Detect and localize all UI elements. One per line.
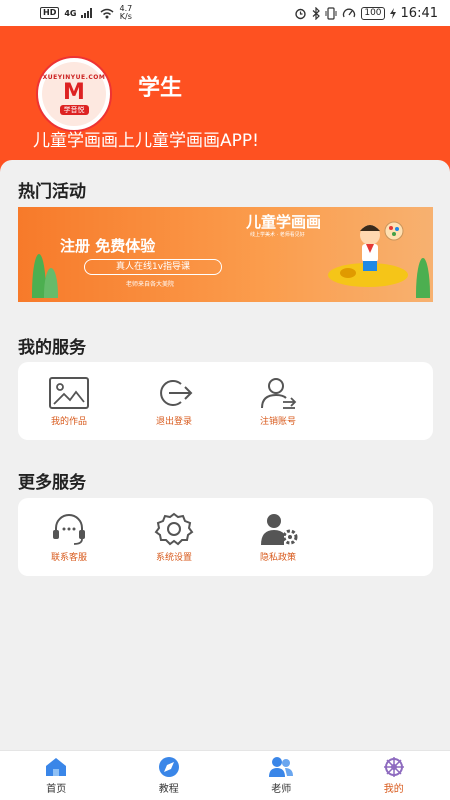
leaf-left-small-icon — [44, 268, 58, 298]
more-services-card: 联系客服 系统设置 隐私政策 — [18, 498, 433, 576]
banner-subtitle: 线上学美术 · 老师看见好 — [250, 232, 305, 238]
headset-icon — [53, 514, 85, 545]
my-services-title: 我的服务 — [18, 338, 86, 358]
app-logo: XUEYINYUE.COM M 学音悦 — [36, 56, 112, 132]
charging-icon — [389, 7, 396, 19]
speed-unit: K/s — [119, 12, 132, 21]
status-left: HD 4G 4.7 K/s — [40, 5, 132, 21]
alarm-icon — [295, 8, 307, 19]
tab-label: 首页 — [46, 784, 67, 795]
bottom-tab-bar: 首页 教程 老师 我的 — [0, 750, 450, 800]
tab-label: 老师 — [271, 784, 292, 795]
username: 学生 — [138, 76, 183, 101]
logout-icon — [160, 380, 193, 406]
vibrate-icon — [325, 6, 337, 20]
signal-bars-icon — [81, 8, 93, 18]
profile-wheel-icon — [383, 757, 404, 777]
banner-pill: 真人在线1v指导课 — [84, 259, 222, 275]
bluetooth-icon — [312, 6, 321, 20]
tab-home[interactable]: 首页 — [0, 751, 113, 800]
status-right: 100 16:41 — [294, 6, 438, 21]
my-services-card: 我的作品 退出登录 注销账号 — [18, 362, 433, 440]
signal-icon: 4G — [64, 8, 77, 18]
service-label: 系统设置 — [155, 553, 192, 563]
more-services-title: 更多服务 — [18, 473, 86, 493]
compass-icon — [158, 757, 179, 777]
service-privacy[interactable]: 隐私政策 — [248, 512, 308, 563]
service-label: 注销账号 — [259, 417, 296, 427]
service-label: 隐私政策 — [259, 553, 296, 563]
service-label: 我的作品 — [50, 417, 87, 427]
profile-header: XUEYINYUE.COM M 学音悦 学生 儿童学画画上儿童学画画APP! — [0, 26, 450, 176]
wifi-icon — [101, 8, 114, 18]
slogan: 儿童学画画上儿童学画画APP! — [33, 131, 259, 151]
logo-bottom-text: 学音悦 — [59, 104, 89, 115]
service-cancel-account[interactable]: 注销账号 — [248, 376, 308, 427]
privacy-icon — [261, 514, 298, 545]
content-panel: 热门活动 儿童学画画 线上学美术 · 老师看见好 注册 免费体验 真人在线1v指… — [0, 160, 450, 750]
service-contact[interactable]: 联系客服 — [39, 512, 99, 563]
tab-teachers[interactable]: 老师 — [225, 751, 338, 800]
kid-on-pencil-illustration — [328, 221, 408, 287]
promo-banner[interactable]: 儿童学画画 线上学美术 · 老师看见好 注册 免费体验 真人在线1v指导课 老师… — [18, 207, 433, 302]
status-bar: HD 4G 4.7 K/s 100 16:41 — [0, 0, 450, 26]
tab-tutorial[interactable]: 教程 — [113, 751, 226, 800]
hd-badge: HD — [40, 7, 60, 19]
service-label: 联系客服 — [50, 553, 87, 563]
speedometer-icon — [343, 8, 356, 17]
tab-label: 我的 — [383, 784, 404, 795]
service-my-works[interactable]: 我的作品 — [39, 376, 99, 427]
service-logout[interactable]: 退出登录 — [144, 376, 204, 427]
cancel-account-icon — [261, 378, 297, 409]
logo-mark: M — [63, 79, 85, 105]
service-label: 退出登录 — [155, 417, 192, 427]
hot-activities-title: 热门活动 — [18, 182, 86, 202]
network-speed: 4.7 K/s — [119, 5, 132, 21]
teachers-icon — [269, 757, 294, 777]
home-icon — [46, 758, 67, 776]
clock: 16:41 — [400, 5, 438, 21]
picture-icon — [49, 377, 89, 409]
logo-inner: XUEYINYUE.COM M 学音悦 — [42, 62, 106, 126]
tab-label: 教程 — [158, 784, 179, 795]
banner-title: 儿童学画画 — [246, 213, 322, 231]
banner-footnote: 老师来自各大美院 — [126, 281, 175, 288]
gear-icon — [154, 512, 194, 546]
battery-icon: 100 — [361, 6, 385, 20]
tab-mine[interactable]: 我的 — [338, 751, 450, 800]
banner-headline: 注册 免费体验 — [60, 237, 156, 255]
service-settings[interactable]: 系统设置 — [144, 512, 204, 563]
leaf-right-icon — [416, 258, 430, 298]
